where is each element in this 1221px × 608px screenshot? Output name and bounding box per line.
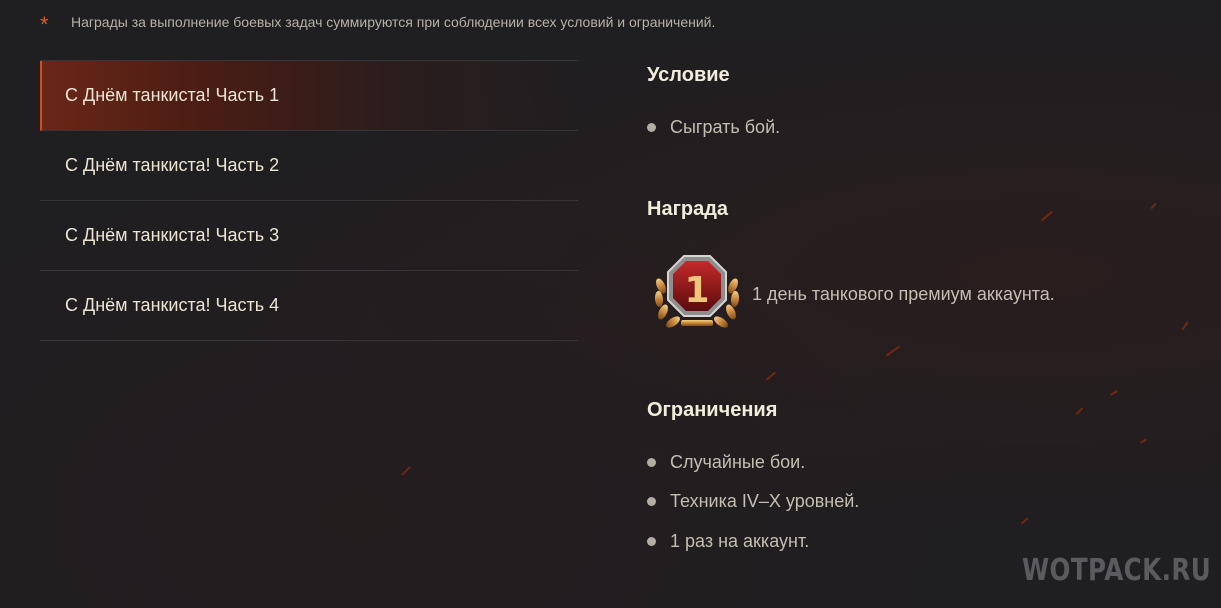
spark xyxy=(765,371,777,381)
spark xyxy=(1020,517,1029,525)
bullet-icon xyxy=(647,497,656,506)
condition-item: Сыграть бой. xyxy=(647,117,780,138)
tab-part-3[interactable]: С Днём танкиста! Часть 3 xyxy=(40,201,578,271)
spark xyxy=(1150,202,1157,210)
restrictions-title: Ограничения xyxy=(647,399,778,421)
spark xyxy=(1075,407,1084,415)
asterisk-icon: * xyxy=(40,12,49,37)
spark xyxy=(1110,390,1118,396)
site-watermark: WOTPACK.RU xyxy=(1022,553,1212,588)
condition-item-text: Сыграть бой. xyxy=(670,117,781,137)
tab-label: С Днём танкиста! Часть 1 xyxy=(65,85,280,105)
rewards-note: * Награды за выполнение боевых задач сум… xyxy=(40,10,716,37)
tab-label: С Днём танкиста! Часть 4 xyxy=(65,295,280,315)
restriction-item: Техника IV–X уровней. xyxy=(647,491,859,512)
restriction-item-text: 1 раз на аккаунт. xyxy=(670,531,810,551)
restriction-item-text: Случайные бои. xyxy=(670,452,806,472)
condition-title: Условие xyxy=(647,64,730,86)
premium-account-badge-icon: 1 xyxy=(651,252,743,334)
reward-text: 1 день танкового премиум аккаунта. xyxy=(752,284,1055,304)
restriction-item: 1 раз на аккаунт. xyxy=(647,531,809,552)
restriction-item-text: Техника IV–X уровней. xyxy=(670,491,860,511)
tab-label: С Днём танкиста! Часть 3 xyxy=(65,225,280,245)
bullet-icon xyxy=(647,458,656,467)
mission-tabs: С Днём танкиста! Часть 1 С Днём танкиста… xyxy=(40,60,578,341)
rewards-note-text: Награды за выполнение боевых задач сумми… xyxy=(71,14,716,30)
bullet-icon xyxy=(647,537,656,546)
reward-title: Награда xyxy=(647,198,729,220)
bullet-icon xyxy=(647,123,656,132)
tab-part-1[interactable]: С Днём танкиста! Часть 1 xyxy=(40,61,578,131)
spark xyxy=(1040,210,1054,222)
tab-part-2[interactable]: С Днём танкиста! Часть 2 xyxy=(40,131,578,201)
badge-number: 1 xyxy=(684,270,709,311)
spark xyxy=(885,345,901,357)
tab-label: С Днём танкиста! Часть 2 xyxy=(65,155,280,175)
spark xyxy=(1181,321,1189,331)
spark xyxy=(401,466,411,476)
restriction-item: Случайные бои. xyxy=(647,452,805,473)
tab-part-4[interactable]: С Днём танкиста! Часть 4 xyxy=(40,271,578,341)
spark xyxy=(1139,438,1148,444)
